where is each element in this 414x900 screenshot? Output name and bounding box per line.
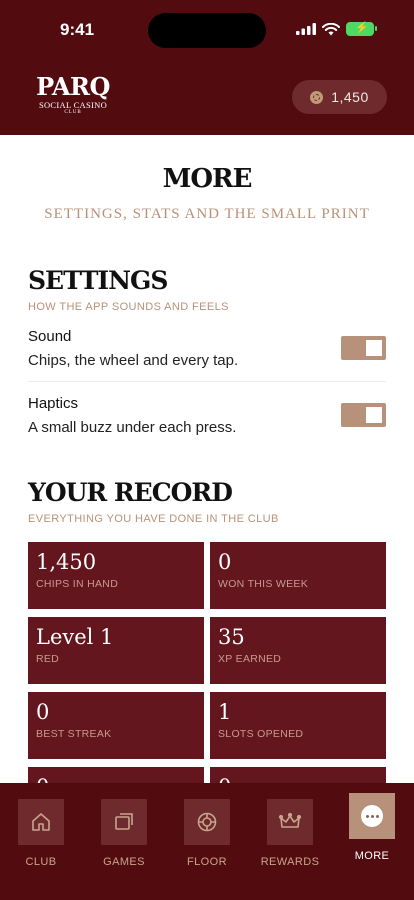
home-icon bbox=[32, 813, 50, 831]
logo-subtitle: SOCIAL CASINO bbox=[38, 100, 108, 110]
stat-label: CHIPS IN HAND bbox=[36, 578, 119, 590]
stat-value: 1 bbox=[218, 700, 232, 724]
battery-icon: ⚡ bbox=[346, 22, 377, 36]
page-title: MORE bbox=[162, 164, 253, 194]
chip-balance-value: 1,450 bbox=[331, 89, 369, 105]
toggle-knob bbox=[366, 407, 382, 423]
tab-icon-box bbox=[267, 799, 313, 845]
stat-tile-level: Level 1 RED bbox=[28, 617, 204, 684]
tab-icon-box bbox=[349, 793, 395, 839]
sound-toggle[interactable] bbox=[341, 336, 386, 360]
crown-icon bbox=[278, 812, 302, 828]
settings-subtitle: HOW THE APP SOUNDS AND FEELS bbox=[28, 301, 229, 313]
tab-label: REWARDS bbox=[260, 856, 320, 868]
cards-icon bbox=[115, 813, 133, 830]
chip-balance-badge[interactable]: 1,450 bbox=[292, 80, 387, 114]
logo-club: CLUB bbox=[64, 110, 82, 115]
tab-games[interactable]: GAMES bbox=[84, 799, 164, 868]
status-time: 9:41 bbox=[60, 20, 95, 39]
setting-description: Chips, the wheel and every tap. bbox=[28, 352, 239, 369]
record-title: YOUR RECORD bbox=[28, 478, 233, 507]
stat-value: 35 bbox=[218, 625, 245, 649]
chat-bubble-icon bbox=[361, 805, 383, 827]
divider bbox=[28, 381, 386, 382]
tab-floor[interactable]: FLOOR bbox=[167, 799, 247, 868]
parq-logo[interactable]: PARQ SOCIAL CASINO CLUB bbox=[28, 74, 118, 116]
stat-label: RED bbox=[36, 653, 60, 665]
tab-icon-box bbox=[101, 799, 147, 845]
tab-more[interactable]: MORE bbox=[332, 793, 412, 862]
app-header: 9:41 ⚡ PARQ SOCIAL CASINO CLUB 1,450 bbox=[0, 0, 414, 135]
stat-tile-won-this-week: 0 WON THIS WEEK bbox=[210, 542, 386, 609]
stat-value: Level 1 bbox=[36, 625, 114, 649]
tab-label: CLUB bbox=[25, 856, 57, 868]
stat-value: 0 bbox=[218, 550, 232, 574]
status-bar: 9:41 ⚡ bbox=[0, 0, 414, 60]
dynamic-island bbox=[148, 13, 266, 48]
status-icons: ⚡ bbox=[296, 22, 377, 36]
record-subtitle: EVERYTHING YOU HAVE DONE IN THE CLUB bbox=[28, 513, 279, 525]
tab-label: FLOOR bbox=[187, 856, 227, 868]
stat-value: 1,450 bbox=[36, 550, 97, 574]
wifi-icon bbox=[322, 22, 340, 35]
tab-club[interactable]: CLUB bbox=[1, 799, 81, 868]
page-subtitle: SETTINGS, STATS AND THE SMALL PRINT bbox=[44, 206, 370, 222]
settings-title: SETTINGS bbox=[28, 266, 168, 295]
tab-icon-box bbox=[184, 799, 230, 845]
logo-wordmark: PARQ bbox=[36, 72, 110, 101]
tab-rewards[interactable]: REWARDS bbox=[250, 799, 330, 868]
tab-label: MORE bbox=[354, 850, 390, 862]
stat-tile-chips-in-hand: 1,450 CHIPS IN HAND bbox=[28, 542, 204, 609]
roulette-icon bbox=[197, 812, 217, 832]
stat-tile-slots-opened: 1 SLOTS OPENED bbox=[210, 692, 386, 759]
setting-description: A small buzz under each press. bbox=[28, 419, 237, 436]
setting-label: Sound bbox=[28, 328, 72, 345]
setting-row-haptics: Haptics A small buzz under each press. bbox=[28, 395, 386, 436]
stat-value: 0 bbox=[36, 700, 50, 724]
bottom-tab-bar: CLUB GAMES FLOOR REWARDS MORE bbox=[0, 783, 414, 900]
tab-icon-box bbox=[18, 799, 64, 845]
toggle-knob bbox=[366, 340, 382, 356]
stat-label: XP EARNED bbox=[218, 653, 282, 665]
signal-icon bbox=[296, 23, 316, 35]
stat-label: WON THIS WEEK bbox=[218, 578, 309, 590]
tab-label: GAMES bbox=[103, 856, 145, 868]
stat-label: SLOTS OPENED bbox=[218, 728, 304, 740]
stat-label: BEST STREAK bbox=[36, 728, 112, 740]
stat-tile-best-streak: 0 BEST STREAK bbox=[28, 692, 204, 759]
stat-tile-xp-earned: 35 XP EARNED bbox=[210, 617, 386, 684]
setting-label: Haptics bbox=[28, 395, 79, 412]
haptics-toggle[interactable] bbox=[341, 403, 386, 427]
chip-icon bbox=[310, 90, 324, 104]
setting-row-sound: Sound Chips, the wheel and every tap. bbox=[28, 328, 386, 369]
